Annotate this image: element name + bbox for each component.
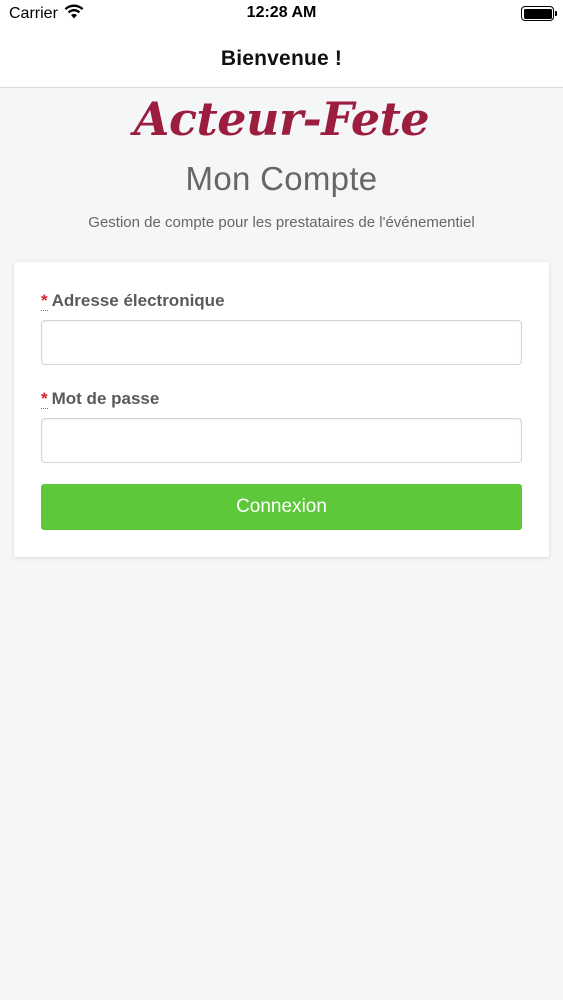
password-label-text: Mot de passe [51,389,160,408]
login-button[interactable]: Connexion [41,484,522,530]
required-mark: * [41,291,48,311]
password-label: * Mot de passe [41,389,159,409]
page-title: Mon Compte [185,160,378,197]
login-card: * Adresse électronique * Mot de passe Conn… [14,262,549,557]
brand-logo: Acteur-Fete [133,92,430,146]
email-field[interactable] [41,320,522,365]
navigation-bar: Bienvenue ! [0,30,563,88]
password-field[interactable] [41,418,522,463]
nav-title: Bienvenue ! [220,46,343,70]
status-right [521,6,557,21]
page-tagline: Gestion de compte pour les prestataires … [88,214,475,231]
battery-icon [521,6,557,21]
status-bar: Carrier 12:28 AM [0,0,563,30]
email-label: * Adresse électronique [41,291,225,311]
required-mark: * [41,389,48,409]
status-time: 12:28 AM [246,4,317,21]
email-label-text: Adresse électronique [51,291,225,310]
